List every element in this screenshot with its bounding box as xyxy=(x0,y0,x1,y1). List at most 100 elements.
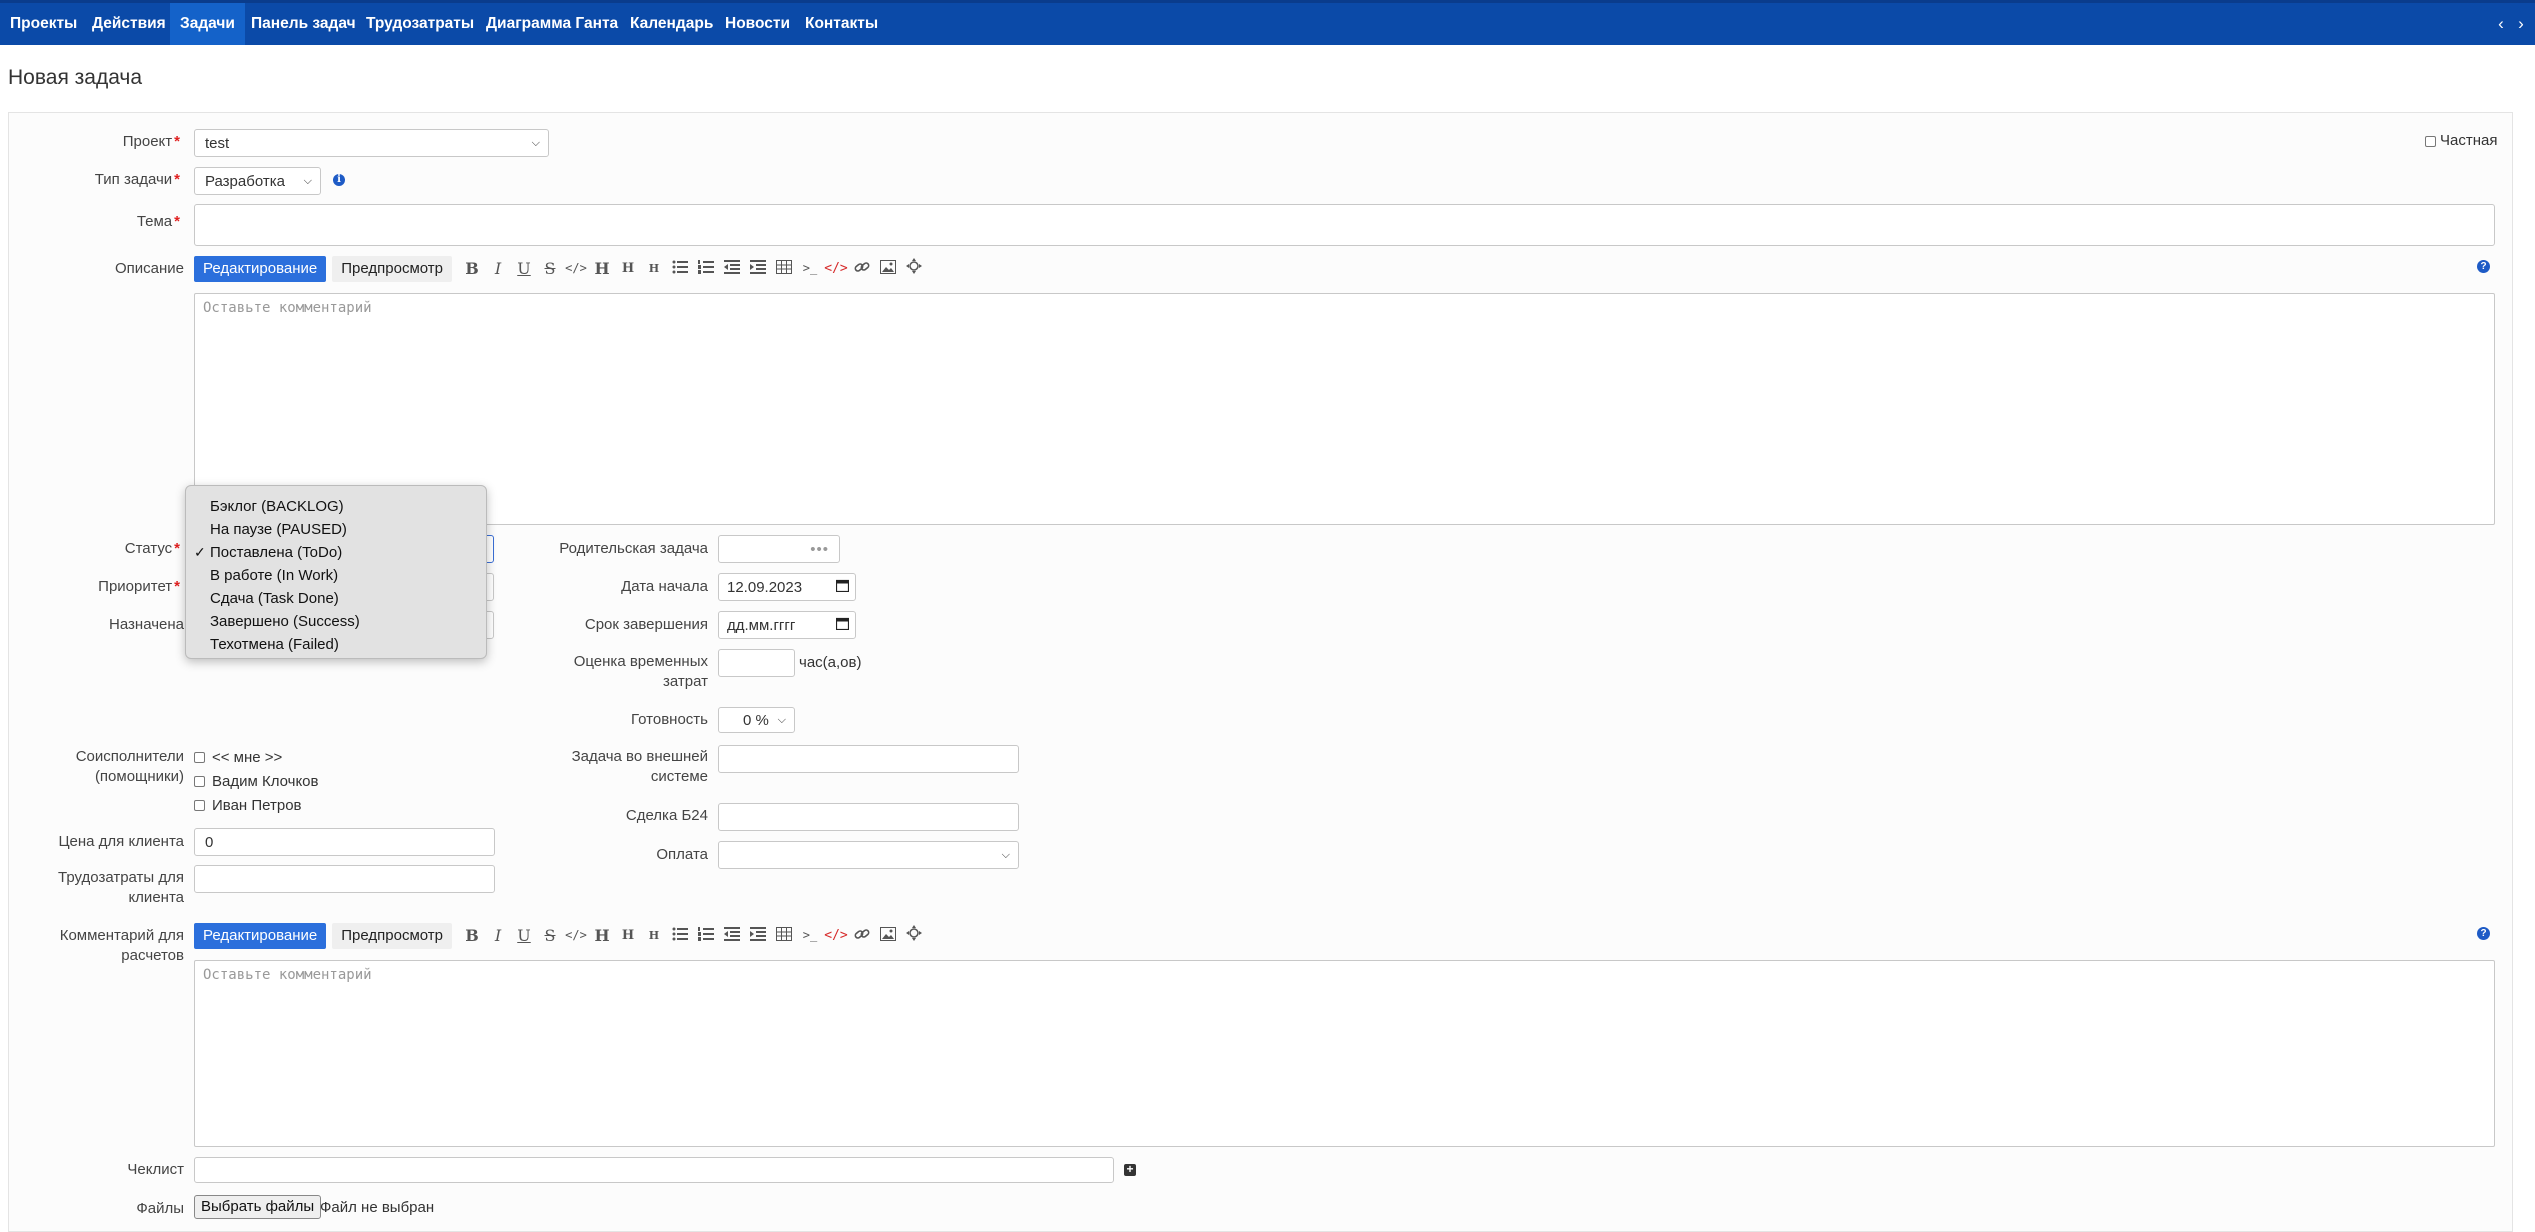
numbered-list-icon[interactable] xyxy=(693,926,719,945)
italic-icon[interactable]: I xyxy=(485,259,511,278)
menu-item-gantt[interactable]: Диаграмма Ганта xyxy=(476,3,628,45)
bold-icon[interactable]: B xyxy=(459,259,485,278)
menu-scroll-right-icon[interactable]: › xyxy=(2512,3,2530,45)
fullscreen-icon[interactable] xyxy=(901,925,927,945)
calc-comment-toolbar: B I U S </> H H H >_ </> xyxy=(459,924,927,946)
menu-item-activity[interactable]: Действия xyxy=(82,3,176,45)
inline-code-icon[interactable]: </> xyxy=(563,928,589,942)
watcher-checkbox-vadim[interactable] xyxy=(194,776,205,787)
description-editor-tabs: Редактирование Предпросмотр xyxy=(194,256,458,282)
help-icon[interactable]: ? xyxy=(2477,927,2490,940)
outdent-icon[interactable] xyxy=(719,259,745,278)
private-checkbox[interactable] xyxy=(2425,136,2436,147)
menu-item-task-board[interactable]: Панель задач xyxy=(241,3,366,45)
link-icon[interactable] xyxy=(849,259,875,278)
status-option[interactable]: В работе (In Work) xyxy=(186,564,486,587)
status-option[interactable]: На паузе (PAUSED) xyxy=(186,518,486,541)
help-icon[interactable]: ? xyxy=(2477,260,2490,273)
underline-icon[interactable]: U xyxy=(511,259,537,278)
heading2-icon[interactable]: H xyxy=(615,261,641,276)
inline-code-icon[interactable]: </> xyxy=(563,261,589,275)
subject-label: Тема * xyxy=(136,213,180,230)
fullscreen-icon[interactable] xyxy=(901,258,927,278)
status-option[interactable]: Завершено (Success) xyxy=(186,610,486,633)
calendar-icon[interactable] xyxy=(835,617,850,634)
menu-item-contacts[interactable]: Контакты xyxy=(795,3,888,45)
heading1-icon[interactable]: H xyxy=(589,926,615,945)
numbered-list-icon[interactable] xyxy=(693,259,719,278)
description-label: Описание xyxy=(114,260,184,277)
code-block-icon[interactable]: </> xyxy=(823,928,849,943)
underline-icon[interactable]: U xyxy=(511,926,537,945)
italic-icon[interactable]: I xyxy=(485,926,511,945)
indent-icon[interactable] xyxy=(745,926,771,945)
project-select[interactable]: test ⌵ xyxy=(194,129,549,157)
external-task-label: Задача во внешней системе xyxy=(571,748,708,785)
bulleted-list-icon[interactable] xyxy=(667,926,693,945)
start-date-input[interactable]: 12.09.2023 xyxy=(718,573,856,601)
heading1-icon[interactable]: H xyxy=(589,259,615,278)
done-ratio-label: Готовность xyxy=(631,711,708,728)
deal-input[interactable] xyxy=(718,803,1019,831)
menu-item-issues[interactable]: Задачи xyxy=(170,3,245,45)
choose-files-button[interactable]: Выбрать файлы xyxy=(194,1195,322,1219)
calc-comment-edit-tab[interactable]: Редактирование xyxy=(194,923,327,949)
strikethrough-icon[interactable]: S xyxy=(537,259,563,278)
checklist-input[interactable] xyxy=(194,1157,1114,1183)
status-option[interactable]: Техотмена (Failed) xyxy=(186,633,486,656)
description-textarea[interactable]: Оставьте комментарий xyxy=(194,293,2495,525)
table-icon[interactable] xyxy=(771,259,797,278)
client-hours-label: Трудозатраты для клиента xyxy=(58,869,184,906)
tracker-label: Тип задачи * xyxy=(94,171,180,188)
status-option[interactable]: Сдача (Task Done) xyxy=(186,587,486,610)
indent-icon[interactable] xyxy=(745,259,771,278)
preformatted-icon[interactable]: >_ xyxy=(797,928,823,942)
bold-icon[interactable]: B xyxy=(459,926,485,945)
link-icon[interactable] xyxy=(849,926,875,945)
external-task-input[interactable] xyxy=(718,745,1019,773)
calendar-icon[interactable] xyxy=(835,579,850,596)
strikethrough-icon[interactable]: S xyxy=(537,926,563,945)
due-date-input[interactable]: дд.мм.гггг xyxy=(718,611,856,639)
info-icon[interactable]: i xyxy=(333,174,345,186)
menu-scroll-left-icon[interactable]: ‹ xyxy=(2492,3,2510,45)
calc-comment-textarea[interactable]: Оставьте комментарий xyxy=(194,960,2495,1147)
add-checklist-item-icon[interactable]: + xyxy=(1124,1163,1136,1176)
image-icon[interactable] xyxy=(875,926,901,945)
subject-input[interactable] xyxy=(194,204,2495,246)
checkmark-icon: ✓ xyxy=(194,544,206,560)
watcher-checkbox-me[interactable] xyxy=(194,752,205,763)
client-hours-input[interactable] xyxy=(194,865,495,893)
project-label: Проект * xyxy=(122,133,180,150)
client-price-input[interactable]: 0 xyxy=(194,828,495,856)
watchers-label: Соисполнители (помощники) xyxy=(75,748,184,785)
watcher-checkbox-ivan[interactable] xyxy=(194,800,205,811)
menu-item-news[interactable]: Новости xyxy=(715,3,800,45)
done-ratio-select[interactable]: 0 % ⌵ xyxy=(718,707,795,733)
description-preview-tab[interactable]: Предпросмотр xyxy=(332,256,452,282)
code-block-icon[interactable]: </> xyxy=(823,261,849,276)
watcher-name: Иван Петров xyxy=(212,797,302,814)
outdent-icon[interactable] xyxy=(719,926,745,945)
menu-item-projects[interactable]: Проекты xyxy=(0,3,87,45)
status-option[interactable]: Бэклог (BACKLOG) xyxy=(186,495,486,518)
estimated-hours-input[interactable] xyxy=(718,649,795,677)
menu-item-calendar[interactable]: Календарь xyxy=(620,3,723,45)
image-icon[interactable] xyxy=(875,259,901,278)
status-option-selected[interactable]: ✓ Поставлена (ToDo) xyxy=(186,541,486,564)
table-icon[interactable] xyxy=(771,926,797,945)
description-edit-tab[interactable]: Редактирование xyxy=(194,256,327,282)
files-label: Файлы xyxy=(136,1200,184,1217)
parent-task-label: Родительская задача xyxy=(559,540,708,557)
payment-label: Оплата xyxy=(656,846,708,863)
menu-item-time-entries[interactable]: Трудозатраты xyxy=(356,3,484,45)
heading3-icon[interactable]: H xyxy=(641,262,667,275)
tracker-select[interactable]: Разработка ⌵ xyxy=(194,167,321,195)
heading3-icon[interactable]: H xyxy=(641,929,667,942)
calc-comment-preview-tab[interactable]: Предпросмотр xyxy=(332,923,452,949)
payment-select[interactable]: ⌵ xyxy=(718,841,1019,869)
parent-task-input[interactable]: ••• xyxy=(718,535,840,563)
bulleted-list-icon[interactable] xyxy=(667,259,693,278)
preformatted-icon[interactable]: >_ xyxy=(797,261,823,275)
heading2-icon[interactable]: H xyxy=(615,928,641,943)
